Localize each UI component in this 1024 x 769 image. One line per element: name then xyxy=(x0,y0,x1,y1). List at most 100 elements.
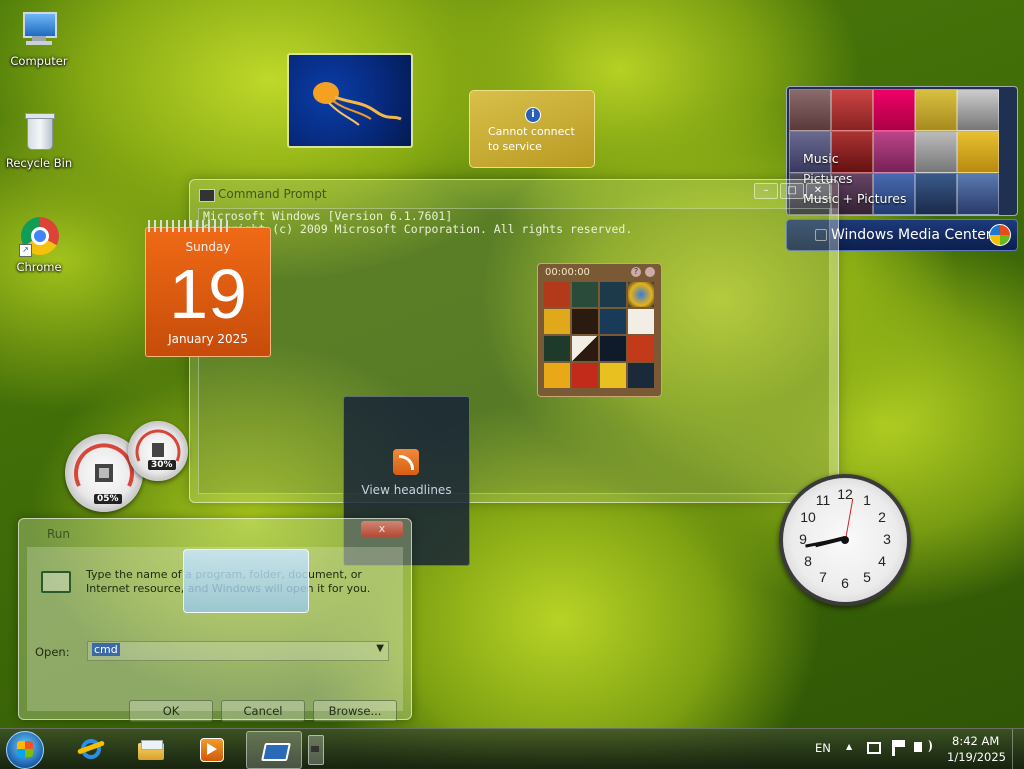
minimize-button[interactable]: – xyxy=(754,183,778,199)
window-controls: – □ ✕ xyxy=(752,182,830,199)
slideshow-gadget[interactable] xyxy=(287,53,413,148)
clock-time[interactable]: 8:42 AM xyxy=(952,734,999,748)
open-label: Open: xyxy=(35,645,70,659)
close-button[interactable]: ✕ xyxy=(806,183,830,199)
media-tile xyxy=(915,131,957,173)
clock-number: 5 xyxy=(863,569,871,585)
language-indicator[interactable]: EN xyxy=(815,741,831,755)
chrome-icon: ↗ xyxy=(17,214,61,258)
taskbar-thumbnail-preview xyxy=(183,549,309,613)
console-line: Microsoft Windows [Version 6.1.7601] xyxy=(203,209,453,223)
cpu-percent: 05% xyxy=(94,494,122,504)
start-button[interactable] xyxy=(6,731,44,769)
cmd-icon xyxy=(311,746,319,752)
action-center-icon[interactable] xyxy=(892,740,905,756)
puzzle-tile[interactable] xyxy=(628,336,654,361)
puzzle-tile[interactable] xyxy=(600,309,626,334)
console-output[interactable]: Microsoft Windows [Version 6.1.7601] Cop… xyxy=(198,208,830,494)
clock-number: 6 xyxy=(841,575,849,591)
recycle-bin-icon xyxy=(17,110,61,154)
scrollbar[interactable] xyxy=(830,208,838,492)
open-combobox[interactable]: cmd ▼ xyxy=(87,641,389,661)
browse-button[interactable]: Browse... xyxy=(313,700,397,722)
clock-center xyxy=(841,536,849,544)
clock-number: 3 xyxy=(883,531,891,547)
puzzle-tile[interactable] xyxy=(628,282,654,307)
puzzle-tile[interactable] xyxy=(544,336,570,361)
taskbar-command-prompt[interactable] xyxy=(308,735,324,765)
command-prompt-window[interactable]: Command Prompt – □ ✕ Microsoft Windows [Ve… xyxy=(189,179,839,503)
picture-puzzle-gadget[interactable]: 00:00:00 ? xyxy=(537,263,662,397)
calendar-weekday: Sunday xyxy=(185,240,231,254)
puzzle-tile[interactable] xyxy=(572,282,598,307)
puzzle-tile[interactable] xyxy=(600,363,626,388)
taskbar-file-explorer[interactable] xyxy=(124,731,178,767)
clock-number: 10 xyxy=(800,509,816,525)
picture-select-icon[interactable] xyxy=(645,267,655,277)
view-headlines-link[interactable]: View headlines xyxy=(344,483,469,497)
close-button[interactable]: x xyxy=(361,521,403,537)
taskbar-internet-explorer[interactable] xyxy=(64,731,118,767)
puzzle-tile[interactable] xyxy=(544,309,570,334)
taskbar-run-dialog[interactable] xyxy=(246,731,302,769)
media-tile xyxy=(957,173,999,215)
memory-dial xyxy=(135,429,181,462)
volume-icon[interactable] xyxy=(914,740,932,752)
weather-message-line2: to service xyxy=(488,140,542,153)
puzzle-tile[interactable] xyxy=(628,309,654,334)
maximize-button[interactable]: □ xyxy=(780,183,804,199)
calendar-gadget[interactable]: Sunday 19 January 2025 xyxy=(145,220,271,357)
media-tile xyxy=(831,89,873,131)
network-icon[interactable] xyxy=(867,742,881,754)
desktop-icon-computer[interactable]: Computer xyxy=(3,8,75,68)
puzzle-tile[interactable] xyxy=(600,336,626,361)
clock-number: 11 xyxy=(815,492,831,508)
puzzle-tile[interactable] xyxy=(544,363,570,388)
help-icon[interactable]: ? xyxy=(631,267,641,277)
puzzle-grid xyxy=(544,282,654,390)
puzzle-tile[interactable] xyxy=(572,309,598,334)
clock-number: 7 xyxy=(819,569,827,585)
ok-button[interactable]: OK xyxy=(129,700,213,722)
media-menu-music[interactable]: Music xyxy=(803,149,907,169)
puzzle-timer: 00:00:00 xyxy=(545,267,590,278)
media-player-icon xyxy=(197,737,225,762)
jellyfish-image xyxy=(313,82,402,126)
chevron-down-icon[interactable]: ▼ xyxy=(376,643,384,654)
file-explorer-icon xyxy=(137,737,165,761)
second-hand xyxy=(845,498,854,541)
media-tile xyxy=(915,173,957,215)
puzzle-tile[interactable] xyxy=(572,363,598,388)
memory-meter[interactable]: 30% xyxy=(128,421,188,481)
media-tile xyxy=(789,89,831,131)
clock-date[interactable]: 1/19/2025 xyxy=(947,750,1006,764)
run-dialog-icon xyxy=(260,738,291,762)
desktop-icon-recycle-bin[interactable]: Recycle Bin xyxy=(3,110,75,170)
weather-gadget[interactable]: i Cannot connect to service xyxy=(469,90,595,168)
media-tile xyxy=(957,131,999,173)
desktop-icon-label: Recycle Bin xyxy=(5,156,73,170)
cancel-button[interactable]: Cancel xyxy=(221,700,305,722)
show-desktop-button[interactable] xyxy=(1012,729,1024,769)
puzzle-tile[interactable] xyxy=(544,282,570,307)
weather-message-line1: Cannot connect xyxy=(488,125,575,138)
clock-number: 2 xyxy=(878,509,886,525)
puzzle-tile[interactable] xyxy=(572,336,598,361)
clock-number: 1 xyxy=(863,492,871,508)
puzzle-tile[interactable] xyxy=(628,363,654,388)
show-hidden-icons-arrow[interactable]: ▲ xyxy=(846,742,852,751)
desktop-icon-label: Chrome xyxy=(16,260,62,274)
media-tile xyxy=(915,89,957,131)
info-icon: i xyxy=(525,107,541,123)
rss-icon xyxy=(393,449,419,475)
open-input-value[interactable]: cmd xyxy=(92,643,120,656)
puzzle-tile[interactable] xyxy=(600,282,626,307)
taskbar: EN ▲ 8:42 AM 1/19/2025 xyxy=(0,728,1024,769)
desktop-icon-chrome[interactable]: ↗ Chrome xyxy=(3,214,75,274)
clock-gadget[interactable]: 12 1 2 3 4 5 6 7 8 9 10 11 xyxy=(779,474,911,606)
windows-orb-icon xyxy=(989,224,1011,246)
desktop-icon-label: Computer xyxy=(10,54,68,68)
window-title: Command Prompt xyxy=(218,187,327,201)
taskbar-media-player[interactable] xyxy=(184,731,238,767)
cmd-window-icon xyxy=(199,189,215,202)
